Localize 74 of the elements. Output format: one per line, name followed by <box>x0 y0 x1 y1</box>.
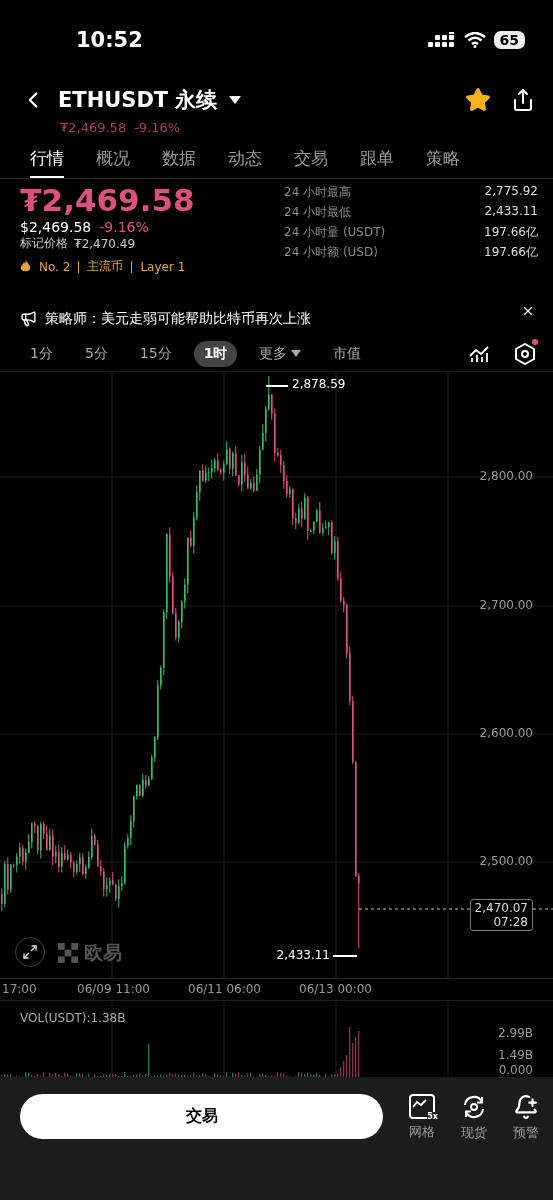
tab[interactable]: 数据 <box>162 140 196 178</box>
stat-label: 24 小时最高 <box>284 184 353 201</box>
price-axis-label: 2,500.00 <box>479 854 533 868</box>
rotate-icon <box>461 1094 487 1120</box>
low-marker-line <box>333 955 357 957</box>
volume-label: VOL(USDT):1.38B <box>20 1011 126 1025</box>
indicator-icon[interactable] <box>469 344 489 363</box>
interval-tab[interactable]: 1时 <box>193 340 238 367</box>
header-price: ₮2,469.58 <box>60 120 127 135</box>
volume-axis-label: 0.000 <box>498 1063 533 1077</box>
wave-icon <box>411 1098 429 1110</box>
interval-tab[interactable]: 市值 <box>323 340 372 367</box>
news-headline[interactable]: 策略师：美元走弱可能帮助比特币再次上涨 <box>45 309 513 328</box>
caret-icon <box>291 350 302 357</box>
mark-price: ₮2,470.49 <box>74 236 136 251</box>
interval-tab[interactable]: 5分 <box>74 340 118 367</box>
signal-icon <box>427 32 456 48</box>
last-price: ₮2,469.58 <box>20 181 195 219</box>
stat-value: 2,775.92 <box>484 184 538 200</box>
caret-icon[interactable] <box>227 95 242 105</box>
stat-label: 24 小时额 (USD) <box>284 244 379 261</box>
logo-icon <box>58 943 78 963</box>
tab[interactable]: 动态 <box>228 140 262 178</box>
tag[interactable]: Layer 1 <box>140 259 186 274</box>
volume-axis-label: 2.99B <box>498 1026 533 1040</box>
time-axis-label: 06/13 00:00 <box>299 982 372 996</box>
tag[interactable]: 主流币 <box>87 258 124 275</box>
header-change: -9.16% <box>134 120 181 135</box>
status-time: 10:52 <box>76 28 143 52</box>
interval-tab[interactable]: 更多 <box>249 340 312 367</box>
price-axis-label: 2,700.00 <box>479 598 533 612</box>
toolbar-action[interactable]: 现货 <box>461 1094 487 1142</box>
price-axis-label: 2,800.00 <box>479 469 533 483</box>
battery-level: 65 <box>493 31 525 49</box>
toolbar-action[interactable]: 预警 <box>513 1094 539 1142</box>
high-marker-line <box>266 385 288 387</box>
usd-price: $2,469.58 <box>20 219 92 235</box>
share-icon <box>511 88 535 112</box>
tab[interactable]: 交易 <box>294 140 328 178</box>
tab[interactable]: 跟单 <box>360 140 394 178</box>
settings-icon <box>515 342 535 365</box>
tag[interactable]: No. 2 <box>39 259 71 274</box>
stat-value: 2,433.11 <box>484 204 538 220</box>
pair-title: ETHUSDT 永续 <box>58 87 218 114</box>
tab[interactable]: 行情 <box>30 140 64 178</box>
low-price-label: 2,433.11 <box>276 948 330 962</box>
time-axis-label: 06/11 06:00 <box>188 982 261 996</box>
expand-icon <box>22 944 38 960</box>
high-price-label: 2,878.59 <box>292 377 346 391</box>
tab[interactable]: 策略 <box>426 140 460 178</box>
stat-label: 24 小时最低 <box>284 204 353 221</box>
brand-watermark: 欧易 <box>84 940 122 965</box>
countdown: 07:28 <box>493 915 528 929</box>
time-axis-label: 06/09 11:00 <box>77 982 150 996</box>
megaphone-icon <box>20 310 37 327</box>
trade-button[interactable]: 交易 <box>20 1094 383 1139</box>
interval-tab[interactable]: 15分 <box>129 340 182 367</box>
flame-icon <box>20 260 31 273</box>
stat-label: 24 小时量 (USDT) <box>284 224 387 241</box>
stat-value: 197.66亿 <box>484 224 538 241</box>
price-change: -9.16% <box>99 219 149 235</box>
stat-value: 197.66亿 <box>484 244 538 261</box>
last-price-value: 2,470.07 <box>474 901 528 915</box>
multiplier-label: 5x <box>427 1112 438 1121</box>
star-icon <box>465 87 491 113</box>
volume-axis-label: 1.49B <box>498 1048 533 1062</box>
bell-plus-icon <box>513 1094 539 1120</box>
time-axis-label: 17:00 <box>2 982 37 996</box>
wifi-icon <box>463 32 486 48</box>
mark-price-label: 标记价格 <box>20 235 68 252</box>
price-axis-label: 2,600.00 <box>479 726 533 740</box>
tab[interactable]: 概况 <box>96 140 130 178</box>
settings-button[interactable] <box>515 342 535 365</box>
interval-tab[interactable]: 1分 <box>20 340 63 367</box>
